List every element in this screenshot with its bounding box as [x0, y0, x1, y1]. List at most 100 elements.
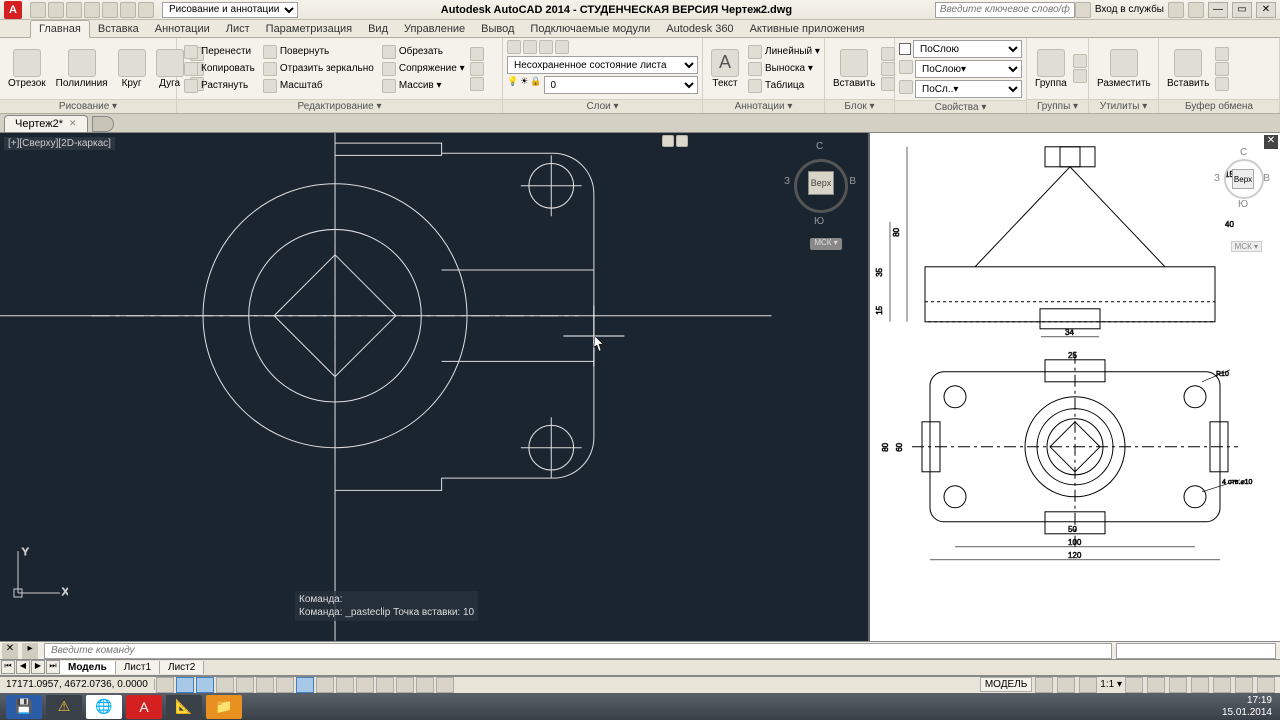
tab-output[interactable]: Вывод: [473, 21, 522, 37]
tpy-btn[interactable]: [376, 677, 394, 693]
table-button[interactable]: Таблица: [745, 78, 823, 94]
create-block-icon[interactable]: [881, 47, 895, 61]
qp-btn[interactable]: [396, 677, 414, 693]
workspace-select[interactable]: Рисование и аннотации: [162, 2, 298, 18]
grid-btn[interactable]: [196, 677, 214, 693]
model-canvas[interactable]: [0, 133, 868, 641]
circle-button[interactable]: Круг: [114, 47, 150, 91]
taskbar-save-icon[interactable]: 💾: [6, 695, 42, 719]
taskbar-warn-icon[interactable]: ⚠: [46, 695, 82, 719]
qat-plot[interactable]: [102, 2, 118, 18]
trim-button[interactable]: Обрезать: [379, 44, 468, 60]
annotation-scale[interactable]: 1:1 ▾: [1100, 679, 1122, 690]
tab-insert[interactable]: Вставка: [90, 21, 147, 37]
layout-sheet1-tab[interactable]: Лист1: [116, 661, 160, 674]
linear-dim-button[interactable]: Линейный ▾: [745, 44, 823, 60]
layer-state-combo[interactable]: Несохраненное состояние листа: [507, 56, 698, 74]
group-edit-icon[interactable]: [1073, 69, 1087, 83]
am-btn[interactable]: [436, 677, 454, 693]
panel-annotation-title[interactable]: Аннотации ▾: [703, 99, 824, 113]
annoscale-icon[interactable]: [1079, 677, 1097, 693]
layerprops-icon[interactable]: [507, 40, 521, 54]
coordinates[interactable]: 17171.0957, 4672.0736, 0.0000: [0, 679, 155, 690]
offset-icon[interactable]: [470, 77, 484, 91]
linetype-combo[interactable]: ПоСл..▾: [915, 80, 1022, 98]
ortho-btn[interactable]: [216, 677, 234, 693]
line-button[interactable]: Отрезок: [4, 47, 50, 91]
layer-combo[interactable]: 0: [544, 76, 698, 94]
cut-icon[interactable]: [1215, 47, 1229, 61]
mirror-button[interactable]: Отразить зеркально: [260, 61, 377, 77]
tab-view[interactable]: Вид: [360, 21, 396, 37]
model-space-btn[interactable]: МОДЕЛЬ: [980, 677, 1032, 692]
vp-max-icon[interactable]: [676, 135, 688, 147]
lineweight-combo[interactable]: ПоСлою▾: [915, 60, 1022, 78]
help-icon[interactable]: [1188, 2, 1204, 18]
paste-button[interactable]: Вставить: [1163, 47, 1213, 91]
annoauto-icon[interactable]: [1147, 677, 1165, 693]
attr-icon[interactable]: [881, 77, 895, 91]
cmd-search-box[interactable]: [1116, 643, 1276, 659]
qat-undo[interactable]: [120, 2, 136, 18]
layer-icon2[interactable]: [539, 40, 553, 54]
leader-button[interactable]: Выноска ▾: [745, 61, 823, 77]
paper-viewcube[interactable]: Верх С Ю В З: [1218, 147, 1270, 217]
copy-clip-icon[interactable]: [1215, 62, 1229, 76]
copy-button[interactable]: Копировать: [181, 61, 258, 77]
isolate-icon[interactable]: [1235, 677, 1253, 693]
group-button[interactable]: Группа: [1031, 47, 1071, 91]
layout-prev[interactable]: ◀: [16, 660, 30, 674]
lwt-btn[interactable]: [356, 677, 374, 693]
ungroup-icon[interactable]: [1073, 54, 1087, 68]
layout-last[interactable]: ⏭: [46, 660, 60, 674]
stretch-button[interactable]: Растянуть: [181, 78, 258, 94]
sc-btn[interactable]: [416, 677, 434, 693]
layout-next[interactable]: ▶: [31, 660, 45, 674]
qat-new[interactable]: [30, 2, 46, 18]
system-tray[interactable]: 17:19 15.01.2014: [1222, 695, 1280, 719]
taskbar-app1-icon[interactable]: 📐: [166, 695, 202, 719]
array-button[interactable]: Массив ▾: [379, 78, 468, 94]
polar-btn[interactable]: [236, 677, 254, 693]
qat-saveas[interactable]: [84, 2, 100, 18]
ws-switch-icon[interactable]: [1169, 677, 1187, 693]
paper-wcs-button[interactable]: МСК ▾: [1231, 241, 1262, 252]
paper-viewport[interactable]: ✕ 80: [870, 133, 1280, 641]
close-button[interactable]: ✕: [1256, 2, 1276, 18]
taskbar-chrome-icon[interactable]: 🌐: [86, 695, 122, 719]
tab-layout[interactable]: Лист: [218, 21, 258, 37]
minimize-button[interactable]: —: [1208, 2, 1228, 18]
cmd-recent-button[interactable]: ▸: [22, 643, 38, 659]
3dosnap-btn[interactable]: [276, 677, 294, 693]
erase-icon[interactable]: [470, 47, 484, 61]
tab-plugins[interactable]: Подключаемые модули: [522, 21, 658, 37]
model-viewport[interactable]: [+][Сверху][2D-каркас]: [0, 133, 870, 641]
color-combo[interactable]: ПоСлою: [913, 40, 1022, 58]
status-snap-icon[interactable]: [1057, 677, 1075, 693]
layout-sheet2-tab[interactable]: Лист2: [160, 661, 204, 674]
tab-a360[interactable]: Autodesk 360: [658, 21, 741, 37]
hardware-accel-icon[interactable]: [1213, 677, 1231, 693]
otrack-btn[interactable]: [296, 677, 314, 693]
edit-block-icon[interactable]: [881, 62, 895, 76]
layout-first[interactable]: ⏮: [1, 660, 15, 674]
match-icon[interactable]: [1215, 77, 1229, 91]
exchange-icon[interactable]: [1075, 2, 1091, 18]
taskbar-app2-icon[interactable]: 📁: [206, 695, 242, 719]
move-button[interactable]: Перенести: [181, 44, 258, 60]
text-button[interactable]: AТекст: [707, 47, 743, 91]
panel-groups-title[interactable]: Группы ▾: [1027, 99, 1088, 113]
tab-manage[interactable]: Управление: [396, 21, 473, 37]
new-doc-button[interactable]: [92, 116, 114, 132]
measure-button[interactable]: Разместить: [1093, 47, 1155, 91]
app-icon[interactable]: A: [4, 1, 22, 19]
layer-icon3[interactable]: [555, 40, 569, 54]
keyword-search[interactable]: [935, 2, 1075, 18]
exchange-apps-icon[interactable]: [1168, 2, 1184, 18]
insert-block-button[interactable]: Вставить: [829, 47, 879, 91]
layout-model-tab[interactable]: Модель: [60, 661, 116, 674]
fillet-button[interactable]: Сопряжение ▾: [379, 61, 468, 77]
panel-layers-title[interactable]: Слои ▾: [503, 99, 702, 113]
viewcube-top[interactable]: Верх: [808, 171, 834, 195]
panel-modify-title[interactable]: Редактирование ▾: [177, 99, 502, 113]
